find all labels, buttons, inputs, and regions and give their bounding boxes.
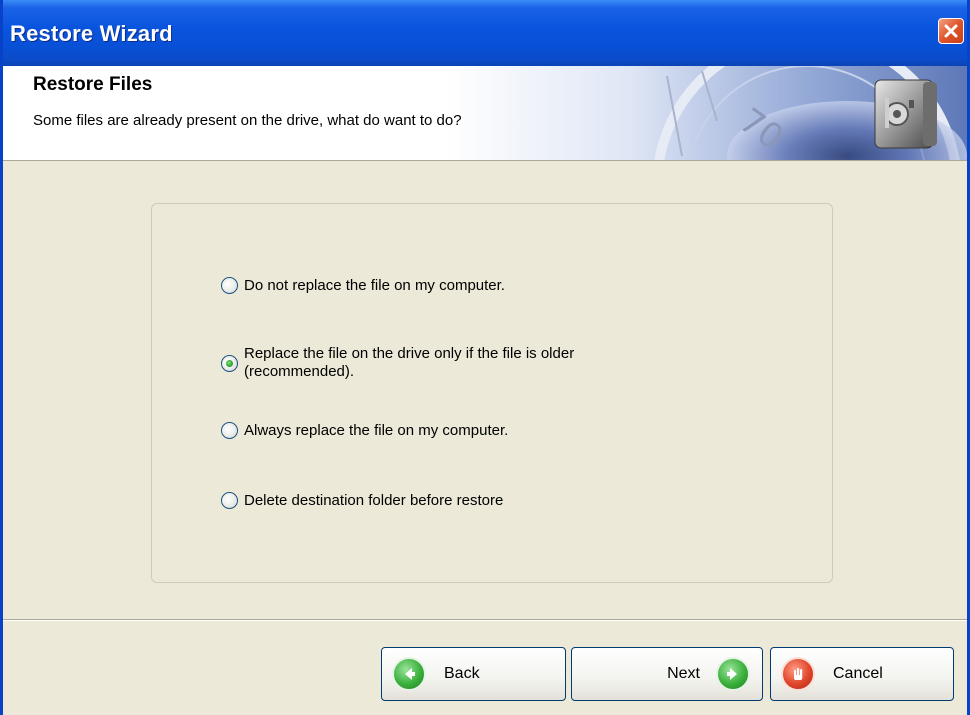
option-label: Delete destination folder before restore: [244, 492, 504, 509]
close-button[interactable]: [938, 18, 964, 44]
page-subtitle: Some files are already present on the dr…: [33, 112, 462, 129]
next-button[interactable]: Next: [571, 647, 763, 701]
header-banner: 70 Restore Files Some files are already …: [3, 66, 967, 161]
stop-hand-icon: [781, 657, 815, 691]
close-icon: [944, 24, 958, 38]
option-replace-if-older[interactable]: Replace the file on the drive only if th…: [221, 345, 664, 381]
page-title: Restore Files: [33, 74, 153, 95]
window-title: Restore Wizard: [10, 21, 173, 46]
back-button[interactable]: Back: [381, 647, 566, 701]
back-button-label: Back: [444, 665, 480, 682]
option-always-replace[interactable]: Always replace the file on my computer.: [221, 422, 508, 439]
radio-button[interactable]: [221, 277, 238, 294]
restore-wizard-window: Restore Wizard 70 Restore Files Some fil…: [0, 0, 970, 715]
option-delete-destination[interactable]: Delete destination folder before restore: [221, 492, 503, 509]
title-bar[interactable]: Restore Wizard: [3, 0, 967, 66]
next-arrow-icon: [716, 657, 750, 691]
next-button-label: Next: [667, 665, 700, 682]
options-group: [151, 203, 833, 583]
option-label: Replace the file on the drive only if th…: [244, 345, 575, 380]
safe-icon: [874, 79, 937, 149]
back-arrow-icon: [392, 657, 426, 691]
radio-button[interactable]: [221, 422, 238, 439]
radio-button-selected[interactable]: [221, 355, 238, 372]
cancel-button[interactable]: Cancel: [770, 647, 954, 701]
radio-button[interactable]: [221, 492, 238, 509]
footer-divider: [3, 619, 967, 621]
cancel-button-label: Cancel: [833, 665, 883, 682]
option-label: Always replace the file on my computer.: [244, 422, 509, 439]
option-label: Do not replace the file on my computer.: [244, 277, 505, 294]
option-do-not-replace[interactable]: Do not replace the file on my computer.: [221, 277, 505, 294]
